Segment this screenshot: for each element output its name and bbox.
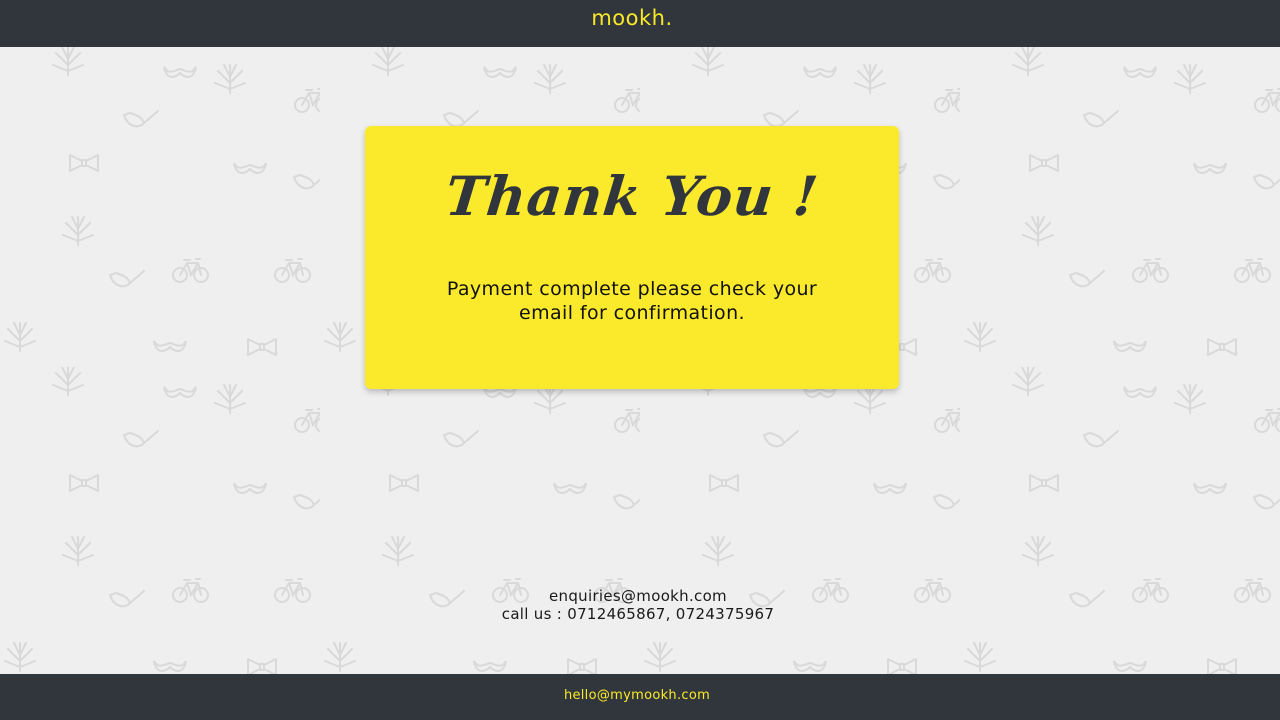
mookh-logo[interactable]: mookh. — [0, 6, 1264, 30]
thank-you-card: Thank You ! Payment complete please chec… — [365, 126, 899, 389]
footer-email-link[interactable]: hello@mymookh.com — [0, 688, 1274, 703]
footer-bar: hello@mymookh.com — [0, 674, 1280, 720]
contact-info: enquiries@mookh.com call us : 0712465867… — [0, 587, 1276, 623]
enquiries-email-link[interactable]: enquiries@mookh.com — [549, 587, 727, 605]
phone-numbers: call us : 0712465867, 0724375967 — [501, 605, 775, 623]
header-bar: mookh. — [0, 0, 1280, 47]
thank-you-heading: Thank You ! — [442, 164, 822, 228]
confirmation-message: Payment complete please check your email… — [446, 278, 818, 324]
